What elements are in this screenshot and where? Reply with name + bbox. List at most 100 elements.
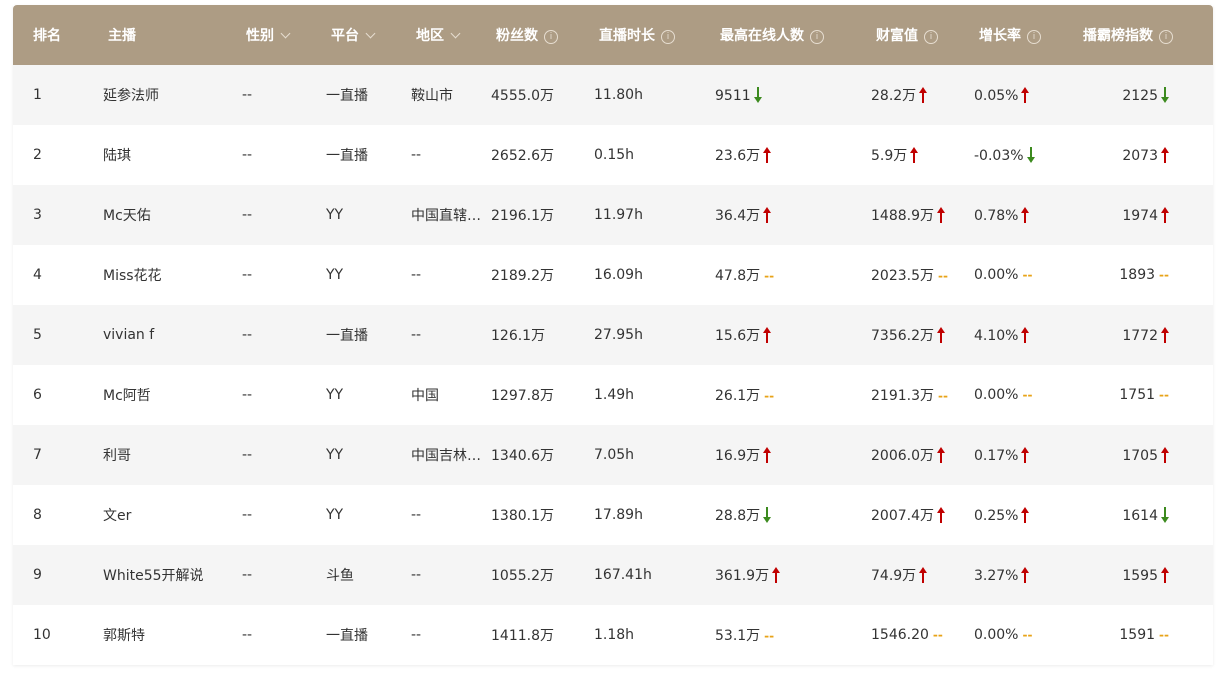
fans-cell: 126.1万 (491, 325, 545, 345)
platform-cell: 一直播 (326, 625, 368, 645)
table-row[interactable]: 6 Mc阿哲 -- YY 中国 1297.8万 1.49h 26.1万 -- 2191.3万 -- 0… (13, 365, 1213, 425)
growth-cell-value: 3.27% (974, 567, 1019, 584)
growth-cell-value: 0.25% (974, 507, 1019, 524)
region-cell-value: -- (411, 627, 422, 643)
rank-cell-value: 10 (33, 627, 51, 643)
anchor-name[interactable]: Miss花花 (103, 265, 162, 285)
platform-cell: YY (326, 447, 343, 463)
anchor-name[interactable]: White55开解说 (103, 565, 204, 585)
anchor-name[interactable]: 郭斯特 (103, 625, 145, 645)
wealth-cell-value: 2023.5万 (871, 268, 934, 284)
platform-cell-value: YY (326, 387, 344, 403)
region-cell: -- (411, 567, 483, 583)
region-cell: -- (411, 147, 483, 163)
info-icon[interactable]: i (1027, 30, 1041, 44)
flat-dash-icon: -- (938, 389, 948, 403)
arrow-up-icon (907, 147, 919, 164)
anchor-name[interactable]: 文er (103, 505, 131, 525)
duration-cell: 167.41h (594, 567, 652, 583)
table-row[interactable]: 3 Mc天佑 -- YY 中国直辖… 2196.1万 11.97h 36.4万 1488.9万 0… (13, 185, 1213, 245)
index-cell-value: 1751 (1119, 387, 1156, 403)
wealth-cell: 2007.4万 (871, 505, 945, 525)
arrow-up-icon (1158, 326, 1169, 344)
region-cell: -- (411, 327, 483, 343)
rank-cell: 2 (33, 147, 42, 163)
index-cell-value: 1595 (1122, 567, 1158, 584)
rank-cell-value: 5 (33, 327, 42, 343)
duration-cell-value: 11.80h (594, 87, 643, 103)
info-icon[interactable]: i (544, 30, 558, 44)
info-icon[interactable]: i (1159, 30, 1173, 44)
peak-cell: 53.1万 -- (715, 625, 774, 645)
gender-cell-value: -- (242, 627, 253, 643)
gender-cell: -- (242, 87, 252, 103)
info-icon[interactable]: i (810, 30, 824, 44)
header-region-filter[interactable]: 地区 (416, 25, 461, 45)
growth-cell: 3.27% (974, 566, 1030, 584)
index-cell-value: 1772 (1122, 327, 1158, 344)
header-rank: 排名 (33, 25, 61, 45)
fans-cell: 4555.0万 (491, 85, 554, 105)
arrow-down-icon (751, 86, 762, 104)
table-row[interactable]: 5 vivian f -- 一直播 -- 126.1万 27.95h 15.6万 7356.2万… (13, 305, 1213, 365)
duration-cell: 1.18h (594, 627, 634, 643)
region-cell-value: -- (411, 267, 422, 283)
growth-cell-value: -0.03% (974, 147, 1024, 164)
anchor-name[interactable]: Mc阿哲 (103, 385, 151, 405)
fans-cell: 2196.1万 (491, 205, 554, 225)
header-gender-filter[interactable]: 性别 (246, 25, 291, 45)
wealth-cell: 2023.5万 -- (871, 265, 948, 285)
rank-cell-value: 7 (33, 447, 42, 463)
growth-cell: 0.00% -- (974, 267, 1032, 283)
growth-cell-value: 0.17% (974, 447, 1019, 464)
table-row[interactable]: 8 文er -- YY -- 1380.1万 17.89h 28.8万 2007.4万 0.25%… (13, 485, 1213, 545)
header-platform-filter[interactable]: 平台 (331, 25, 376, 45)
anchor-name[interactable]: vivian f (103, 327, 154, 343)
index-cell-value: 2125 (1122, 87, 1158, 104)
table-row[interactable]: 2 陆琪 -- 一直播 -- 2652.6万 0.15h 23.6万 5.9万 -0.03% 207… (13, 125, 1213, 185)
index-cell: 2073 (1083, 146, 1169, 164)
gender-cell: -- (242, 507, 252, 523)
peak-cell-value: 16.9万 (715, 448, 761, 464)
duration-cell-value: 167.41h (594, 567, 652, 583)
anchor-name[interactable]: 陆琪 (103, 145, 131, 165)
info-icon[interactable]: i (661, 30, 675, 44)
peak-cell: 26.1万 -- (715, 385, 774, 405)
info-icon[interactable]: i (924, 30, 938, 44)
table-body: 1 延参法师 -- 一直播 鞍山市 4555.0万 11.80h 9511 28.2万 0.05%… (13, 65, 1213, 665)
peak-cell-value: 53.1万 (715, 628, 761, 644)
rank-cell: 9 (33, 567, 42, 583)
platform-cell-value: 一直播 (326, 628, 368, 644)
table-row[interactable]: 1 延参法师 -- 一直播 鞍山市 4555.0万 11.80h 9511 28.2万 0.05%… (13, 65, 1213, 125)
rank-cell-value: 6 (33, 387, 42, 403)
arrow-up-icon (1018, 566, 1030, 584)
table-row[interactable]: 4 Miss花花 -- YY -- 2189.2万 16.09h 47.8万 -- 2023.5万… (13, 245, 1213, 305)
duration-cell-value: 7.05h (594, 447, 635, 463)
index-cell-value: 1974 (1122, 207, 1158, 224)
anchor-name[interactable]: Mc天佑 (103, 205, 151, 225)
peak-cell: 36.4万 (715, 205, 772, 225)
wealth-cell: 1488.9万 (871, 205, 945, 225)
rank-cell: 5 (33, 327, 42, 343)
growth-cell: 0.00% -- (974, 627, 1032, 643)
gender-cell-value: -- (242, 147, 253, 163)
duration-cell: 27.95h (594, 327, 643, 343)
arrow-up-icon (916, 87, 928, 104)
peak-cell: 16.9万 (715, 445, 772, 465)
platform-cell-value: YY (326, 207, 344, 223)
duration-cell: 11.80h (594, 87, 643, 103)
anchor-name[interactable]: 利哥 (103, 445, 131, 465)
flat-dash-icon: -- (764, 629, 775, 643)
fans-cell: 1340.6万 (491, 445, 554, 465)
rank-cell: 4 (33, 267, 42, 283)
duration-cell-value: 1.18h (594, 627, 635, 643)
rank-cell: 8 (33, 507, 42, 523)
wealth-cell-value: 28.2万 (871, 88, 917, 104)
anchor-name[interactable]: 延参法师 (103, 85, 159, 105)
growth-cell-value: 0.00% (974, 627, 1019, 643)
table-row[interactable]: 10 郭斯特 -- 一直播 -- 1411.8万 1.18h 53.1万 -- 1546.20 --… (13, 605, 1213, 665)
table-row[interactable]: 7 利哥 -- YY 中国吉林… 1340.6万 7.05h 16.9万 2006.0万 0.17… (13, 425, 1213, 485)
arrow-up-icon (1018, 506, 1030, 524)
table-row[interactable]: 9 White55开解说 -- 斗鱼 -- 1055.2万 167.41h 361.9万 74.… (13, 545, 1213, 605)
anchor-name-value: White55开解说 (103, 568, 204, 584)
